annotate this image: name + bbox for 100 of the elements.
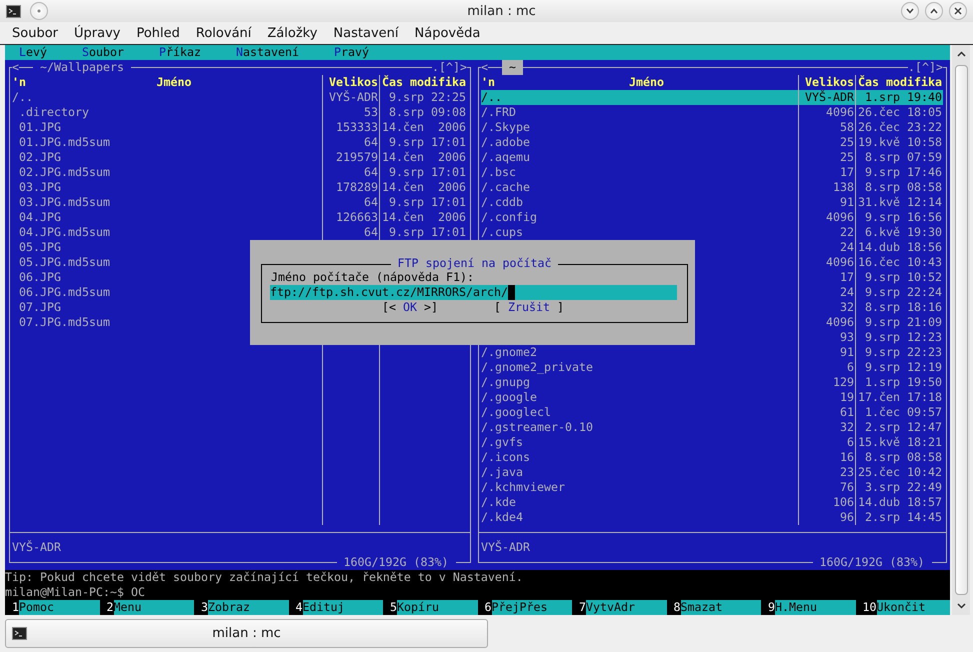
menu-item[interactable]: Nápověda <box>408 26 488 40</box>
file-name[interactable]: 04.JPG <box>12 210 322 225</box>
file-size: 106 <box>832 495 855 510</box>
menu-item[interactable]: Rolování <box>190 26 258 40</box>
file-name[interactable]: /.google <box>481 390 798 405</box>
sort-indicator[interactable]: 'n <box>12 75 26 90</box>
column-header[interactable]: Jméno <box>26 75 322 90</box>
close-button[interactable] <box>949 2 967 20</box>
function-key-button[interactable]: Pomoc <box>19 600 100 615</box>
file-name[interactable]: /.gnupg <box>481 375 798 390</box>
dialog-button[interactable]: [ Zrušit ] <box>494 300 564 315</box>
file-name[interactable]: /.gstreamer-0.10 <box>481 420 798 435</box>
file-name[interactable]: 02.JPG.md5sum <box>12 165 322 180</box>
panel-status: VYŠ-ADR <box>12 540 62 555</box>
file-size: 126663 <box>335 210 379 225</box>
window-title: milan : mc <box>467 4 536 18</box>
file-name[interactable]: /.FRD <box>481 105 798 120</box>
file-name[interactable]: /.cache <box>481 180 798 195</box>
menu-item[interactable]: Nastavení <box>327 26 406 40</box>
function-key-button[interactable]: Edituj <box>302 600 383 615</box>
mc-menu-item[interactable]: P říkaz <box>159 45 201 60</box>
chevron-down-icon <box>906 8 914 14</box>
file-size: 4096 <box>825 105 855 120</box>
file-name[interactable]: /.java <box>481 465 798 480</box>
file-name[interactable]: /.googlecl <box>481 405 798 420</box>
file-name[interactable]: /.bsc <box>481 165 798 180</box>
sort-indicator[interactable]: 'n <box>481 75 495 90</box>
column-header[interactable]: Velikos <box>323 75 379 90</box>
panel-status: VYŠ-ADR <box>481 540 531 555</box>
file-size: 17 <box>839 165 855 180</box>
file-size: 24 <box>839 285 855 300</box>
file-time: 6.kvě 19:30 <box>864 225 943 240</box>
file-name[interactable]: /.. <box>481 90 798 105</box>
file-name[interactable]: /.kde <box>481 495 798 510</box>
mc-menu-item[interactable]: Soubor <box>82 45 124 60</box>
file-name[interactable]: /.cups <box>481 225 798 240</box>
file-name[interactable]: 03.JPG <box>12 180 322 195</box>
file-name[interactable]: 03.JPG.md5sum <box>12 195 322 210</box>
file-name[interactable]: /.Skype <box>481 120 798 135</box>
function-key-button[interactable]: H.Menu <box>775 600 856 615</box>
file-size: 25 <box>839 150 855 165</box>
function-key-button[interactable]: Menu <box>114 600 194 615</box>
file-size: 129 <box>832 375 855 390</box>
column-header[interactable]: Čas modifika <box>856 75 943 90</box>
file-name[interactable]: 04.JPG.md5sum <box>12 225 322 240</box>
file-size: 4096 <box>825 210 855 225</box>
file-name[interactable]: /.cddb <box>481 195 798 210</box>
function-key-button[interactable]: PřejPřes <box>492 600 572 615</box>
function-key-button[interactable]: Ukončit <box>876 600 950 615</box>
file-name[interactable]: /.adobe <box>481 135 798 150</box>
dialog-button[interactable]: [< OK >] <box>382 300 438 315</box>
file-time: 2.srp 14:45 <box>864 510 943 525</box>
column-header[interactable]: Čas modifika <box>380 75 467 90</box>
file-time: 14.čen 2006 <box>381 120 467 135</box>
file-size: 25 <box>839 135 855 150</box>
chevron-down-icon <box>956 603 966 609</box>
history-button[interactable]: .[^] <box>432 60 460 75</box>
file-size: 4096 <box>825 255 855 270</box>
maximize-button[interactable] <box>925 2 943 20</box>
terminal-tab[interactable]: milan : mc <box>5 619 488 648</box>
command-prompt[interactable]: milan@Milan-PC:~$ OC <box>5 585 950 600</box>
file-name[interactable]: .directory <box>12 105 322 120</box>
file-name[interactable]: 02.JPG <box>12 150 322 165</box>
function-key-button[interactable]: VytvAdr <box>586 600 666 615</box>
file-size: 91 <box>839 195 855 210</box>
file-time: 9.srp 10:52 <box>864 270 943 285</box>
menu-item[interactable]: Úpravy <box>68 26 128 40</box>
host-input-field[interactable]: ftp://ftp.sh.cvut.cz/MIRRORS/arch/ <box>270 285 677 300</box>
function-key-button[interactable]: Zobraz <box>208 600 288 615</box>
file-name[interactable]: /.icons <box>481 450 798 465</box>
file-name[interactable]: 01.JPG.md5sum <box>12 135 322 150</box>
file-name[interactable]: /.aqemu <box>481 150 798 165</box>
menu-item[interactable]: Záložky <box>261 26 324 40</box>
file-name[interactable]: /.kde4 <box>481 510 798 525</box>
mc-menu-item[interactable]: P ravý <box>334 45 369 60</box>
file-name[interactable]: /.gnome2 <box>481 345 798 360</box>
file-name[interactable]: /.gvfs <box>481 435 798 450</box>
file-time: 9.srp 17:46 <box>864 165 943 180</box>
scrollbar-thumb[interactable] <box>954 65 968 595</box>
file-name[interactable]: /.. <box>12 90 322 105</box>
column-header[interactable]: Velikos <box>799 75 855 90</box>
file-name[interactable]: /.kchmviewer <box>481 480 798 495</box>
terminal-icon[interactable] <box>6 4 21 18</box>
column-header[interactable]: Jméno <box>495 75 798 90</box>
mc-menu-item[interactable]: Nastavení <box>236 45 299 60</box>
panel-path: ~ <box>502 60 523 75</box>
menu-item[interactable]: Soubor <box>6 26 65 40</box>
minimize-button[interactable] <box>901 2 919 20</box>
mc-menu-item[interactable]: Levý <box>19 45 47 60</box>
menu-item[interactable]: Pohled <box>130 26 187 40</box>
file-time: 14.čen 2006 <box>381 210 467 225</box>
file-time: 26.čec 18:05 <box>857 105 943 120</box>
file-name[interactable]: /.gnome2_private <box>481 360 798 375</box>
function-key-button[interactable]: Kopíru <box>397 600 478 615</box>
history-button[interactable]: .[^] <box>908 60 936 75</box>
file-name[interactable]: /.config <box>481 210 798 225</box>
file-name[interactable]: 01.JPG <box>12 120 322 135</box>
file-time: 14.čen 2006 <box>381 150 467 165</box>
file-size: 53 <box>363 105 379 120</box>
function-key-button[interactable]: Smazat <box>680 600 761 615</box>
